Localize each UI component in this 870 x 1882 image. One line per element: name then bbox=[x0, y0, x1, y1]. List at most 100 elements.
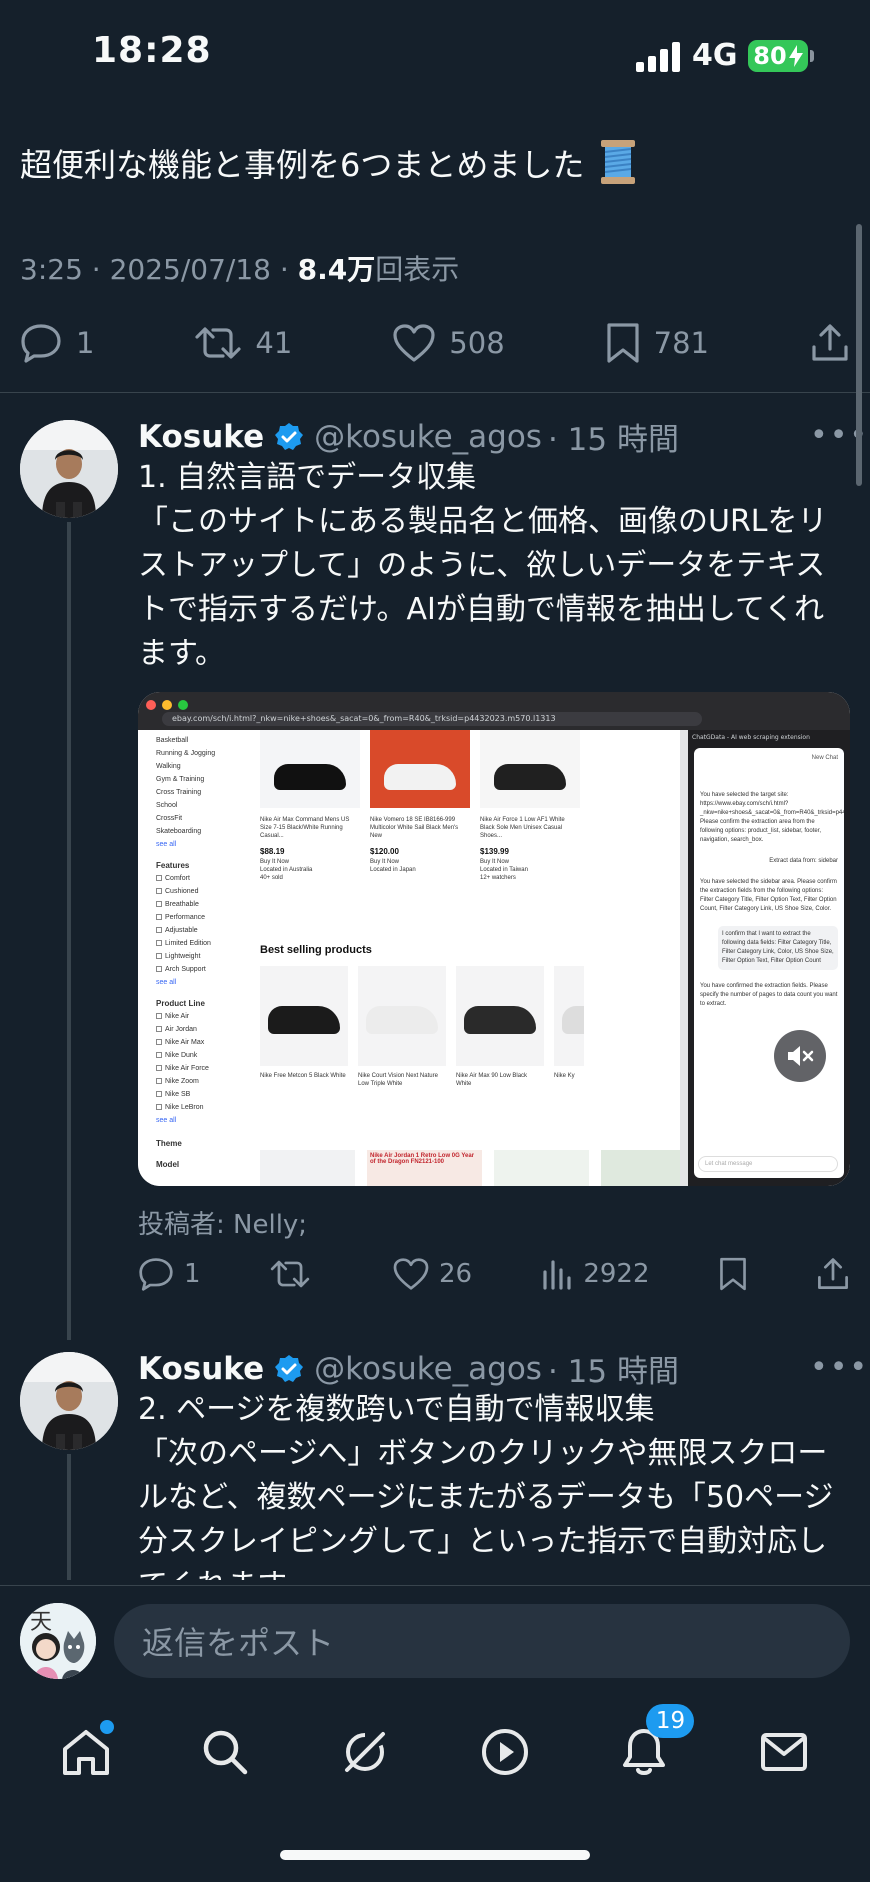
category-filter-option[interactable]: CrossFit bbox=[156, 812, 260, 825]
best-selling-card[interactable]: Nike Air Max 90 Low Black White bbox=[456, 966, 544, 1088]
tweet-actions: 1 41 508 781 bbox=[20, 322, 850, 364]
mute-button[interactable] bbox=[774, 1030, 826, 1082]
theme-filter[interactable]: Theme bbox=[156, 1137, 260, 1150]
post-time: · 15 時間 bbox=[547, 422, 679, 458]
feature-filter-option[interactable]: Comfort bbox=[156, 872, 260, 885]
like-button[interactable]: 508 bbox=[393, 324, 505, 362]
checkbox[interactable] bbox=[156, 1026, 162, 1032]
reply-input[interactable]: 返信をポスト bbox=[114, 1604, 850, 1678]
feature-filter-option[interactable]: Performance bbox=[156, 911, 260, 924]
filter-option-label: Nike Air Force bbox=[165, 1065, 209, 1072]
new-content-dot bbox=[99, 1720, 114, 1734]
chat-window: New Chat You have selected the target si… bbox=[694, 748, 844, 1178]
checkbox[interactable] bbox=[156, 1078, 162, 1084]
reply-button[interactable]: 1 bbox=[20, 323, 94, 363]
checkbox[interactable] bbox=[156, 1039, 162, 1045]
bookmark-button[interactable] bbox=[719, 1256, 747, 1292]
avatar[interactable] bbox=[20, 1352, 118, 1450]
product-line-filter-option[interactable]: Nike SB bbox=[156, 1088, 260, 1101]
author-handle[interactable]: @kosuke_agos bbox=[314, 1351, 542, 1387]
tab-messages[interactable] bbox=[748, 1716, 820, 1788]
tab-search[interactable] bbox=[189, 1716, 261, 1788]
category-filter-option[interactable]: Basketball bbox=[156, 734, 260, 747]
share-button[interactable] bbox=[816, 1257, 850, 1291]
checkbox[interactable] bbox=[156, 1013, 162, 1019]
checkbox[interactable] bbox=[156, 914, 162, 920]
reply-button[interactable]: 1 bbox=[138, 1257, 201, 1291]
share-icon bbox=[818, 1258, 848, 1289]
feature-filter-option[interactable]: Cushioned bbox=[156, 885, 260, 898]
tab-grok[interactable] bbox=[329, 1716, 401, 1788]
tweet-meta: 3:25 · 2025/07/18 · 8.4万回表示 bbox=[20, 248, 459, 288]
author-handle[interactable]: @kosuke_agos bbox=[314, 419, 542, 455]
checkbox[interactable] bbox=[156, 901, 162, 907]
filter-option-label: Limited Edition bbox=[165, 940, 211, 947]
author-name[interactable]: Kosuke bbox=[138, 419, 264, 455]
filter-option-label: Skateboarding bbox=[156, 828, 202, 835]
views-button[interactable]: 2922 bbox=[541, 1258, 650, 1290]
retweet-button[interactable] bbox=[270, 1257, 324, 1291]
checkbox[interactable] bbox=[156, 888, 162, 894]
checkbox[interactable] bbox=[156, 1052, 162, 1058]
product-line-filter-option[interactable]: Nike Zoom bbox=[156, 1075, 260, 1088]
product-line-filter-option[interactable]: Nike Air Force bbox=[156, 1062, 260, 1075]
filter-option-label: Nike SB bbox=[165, 1091, 191, 1098]
feature-filter-option[interactable]: Arch Support bbox=[156, 963, 260, 976]
feature-filter-option[interactable]: Limited Edition bbox=[156, 937, 260, 950]
best-selling-card[interactable]: Nike Ky bbox=[554, 966, 584, 1088]
category-filter-option[interactable]: School bbox=[156, 799, 260, 812]
retweet-button[interactable]: 41 bbox=[195, 323, 292, 363]
feature-filter-option[interactable]: Adjustable bbox=[156, 924, 260, 937]
see-all-link[interactable]: see all bbox=[156, 976, 260, 989]
product-line-filter-option[interactable]: Air Jordan bbox=[156, 1023, 260, 1036]
category-filter-option[interactable]: Cross Training bbox=[156, 786, 260, 799]
bookmark-button[interactable]: 781 bbox=[606, 322, 709, 364]
my-avatar[interactable]: 天 bbox=[20, 1603, 96, 1679]
like-button[interactable]: 26 bbox=[393, 1258, 472, 1290]
checkbox[interactable] bbox=[156, 875, 162, 881]
tab-home[interactable] bbox=[50, 1716, 122, 1788]
chat-input[interactable]: Let chat message bbox=[698, 1156, 838, 1172]
author-name[interactable]: Kosuke bbox=[138, 1351, 264, 1387]
scrollbar[interactable] bbox=[856, 224, 862, 486]
checkbox[interactable] bbox=[156, 1091, 162, 1097]
product-line-filter-option[interactable]: Nike Air bbox=[156, 1010, 260, 1023]
tab-notifications[interactable]: 19 bbox=[608, 1704, 695, 1788]
video-thumbnail[interactable]: ebay.com/sch/i.html?_nkw=nike+shoes&_sac… bbox=[138, 692, 850, 1186]
see-all-link[interactable]: see all bbox=[156, 838, 260, 851]
product-line-filter-option[interactable]: Nike Dunk bbox=[156, 1049, 260, 1062]
feature-filter-option[interactable]: Lightweight bbox=[156, 950, 260, 963]
new-chat-button[interactable]: New Chat bbox=[700, 754, 838, 763]
chat-msg: You have selected the target site: https… bbox=[700, 792, 844, 843]
avatar[interactable] bbox=[20, 420, 118, 518]
filter-option-label: Nike LeBron bbox=[165, 1104, 204, 1111]
product-banner: Nike Air Jordan 1 Retro Low 0G Year of t… bbox=[367, 1150, 482, 1186]
filter-option-label: School bbox=[156, 802, 178, 809]
best-selling-card[interactable]: Nike Court Vision Next Nature Low Triple… bbox=[358, 966, 446, 1088]
category-filter-option[interactable]: Walking bbox=[156, 760, 260, 773]
thread-line bbox=[67, 522, 71, 1340]
features-title: Features bbox=[156, 861, 190, 870]
checkbox[interactable] bbox=[156, 940, 162, 946]
checkbox[interactable] bbox=[156, 966, 162, 972]
product-card[interactable]: Nike Vomero 18 SE IB8166-999 Multicolor … bbox=[370, 730, 470, 882]
product-card[interactable]: Nike Air Max Command Mens US Size 7-15 B… bbox=[260, 730, 360, 882]
tab-video[interactable] bbox=[469, 1716, 541, 1788]
product-card[interactable]: Nike Air Force 1 Low AF1 White Black Sol… bbox=[480, 730, 580, 882]
checkbox[interactable] bbox=[156, 1065, 162, 1071]
category-filter-option[interactable]: Skateboarding bbox=[156, 825, 260, 838]
checkbox[interactable] bbox=[156, 927, 162, 933]
checkbox[interactable] bbox=[156, 1104, 162, 1110]
best-selling-card[interactable]: Nike Free Metcon 5 Black White bbox=[260, 966, 348, 1088]
see-all-link[interactable]: see all bbox=[156, 1114, 260, 1127]
product-line-filter-option[interactable]: Nike Air Max bbox=[156, 1036, 260, 1049]
share-button[interactable] bbox=[810, 323, 850, 363]
product-line-filter-option[interactable]: Nike LeBron bbox=[156, 1101, 260, 1114]
chat-user-msg: Extract data from: sidebar bbox=[769, 858, 838, 864]
feature-filter-option[interactable]: Breathable bbox=[156, 898, 260, 911]
checkbox[interactable] bbox=[156, 953, 162, 959]
model-filter[interactable]: Model bbox=[156, 1158, 260, 1171]
category-filter-option[interactable]: Gym & Training bbox=[156, 773, 260, 786]
category-filter-option[interactable]: Running & Jogging bbox=[156, 747, 260, 760]
more-options-icon[interactable]: ••• bbox=[810, 1350, 869, 1385]
